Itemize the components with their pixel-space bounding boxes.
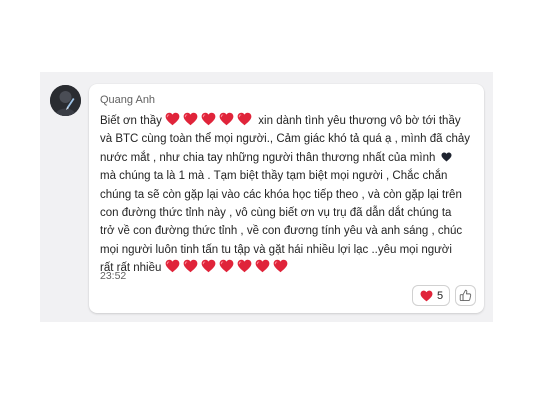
message-line: trở về con đường thức tỉnh , về con đươn…: [100, 225, 463, 238]
avatar-image: [50, 85, 81, 116]
heart-emoji-group: [165, 112, 255, 127]
message-body: Biết ơn thầy xin dành tình yêu thương vô…: [100, 112, 478, 278]
red-heart-emoji-icon: [237, 259, 252, 273]
red-heart-emoji-icon: [165, 112, 180, 126]
message-line: rất rất nhiều: [100, 259, 478, 277]
message-line: mọi người luôn tinh tấn tu tập và gặt há…: [100, 243, 452, 256]
message-line: con đường thức tỉnh này , vô cùng biết ơ…: [100, 207, 452, 220]
red-heart-emoji-icon: [201, 112, 216, 126]
message-line: Biết ơn thầy xin dành tình yêu thương vô…: [100, 112, 478, 130]
message-timestamp: 23:52: [100, 270, 127, 282]
red-heart-emoji-icon: [255, 259, 270, 273]
black-heart-icon: [441, 152, 452, 162]
add-reaction-button[interactable]: [455, 285, 476, 306]
sender-name: Quang Anh: [100, 94, 156, 106]
red-heart-emoji-icon: [183, 259, 198, 273]
reaction-count: 5: [437, 290, 444, 302]
red-heart-emoji-icon: [165, 259, 180, 273]
avatar[interactable]: [50, 85, 81, 116]
thumbs-up-icon: [459, 289, 472, 301]
heart-emoji-group: [165, 259, 291, 274]
red-heart-emoji-icon: [201, 259, 216, 273]
red-heart-emoji-icon: [219, 259, 234, 273]
heart-reaction-button[interactable]: 5: [412, 285, 450, 306]
message-line: nước mắt , như chia tay những người thân…: [100, 149, 478, 167]
message-line: và BTC cùng toàn thể mọi người., Cảm giá…: [100, 133, 471, 146]
red-heart-icon: [420, 290, 433, 302]
message-line: chúng ta sẽ còn gặp lại vào các khóa học…: [100, 188, 462, 201]
message-text: Biết ơn thầy: [100, 115, 162, 127]
red-heart-emoji-icon: [219, 112, 234, 126]
message-text: nước mắt , như chia tay những người thân…: [100, 151, 436, 164]
message-card: Quang Anh Biết ơn thầy xin dành tình yêu…: [89, 84, 484, 313]
red-heart-emoji-icon: [237, 112, 252, 126]
red-heart-emoji-icon: [183, 112, 198, 126]
message-line: mà chúng ta là 1 mà . Tạm biệt thầy tạm …: [100, 170, 448, 183]
chat-view: Quang Anh Biết ơn thầy xin dành tình yêu…: [0, 0, 533, 400]
red-heart-emoji-icon: [273, 259, 288, 273]
message-text: xin dành tình yêu thương vô bờ tới thầy: [258, 115, 461, 127]
